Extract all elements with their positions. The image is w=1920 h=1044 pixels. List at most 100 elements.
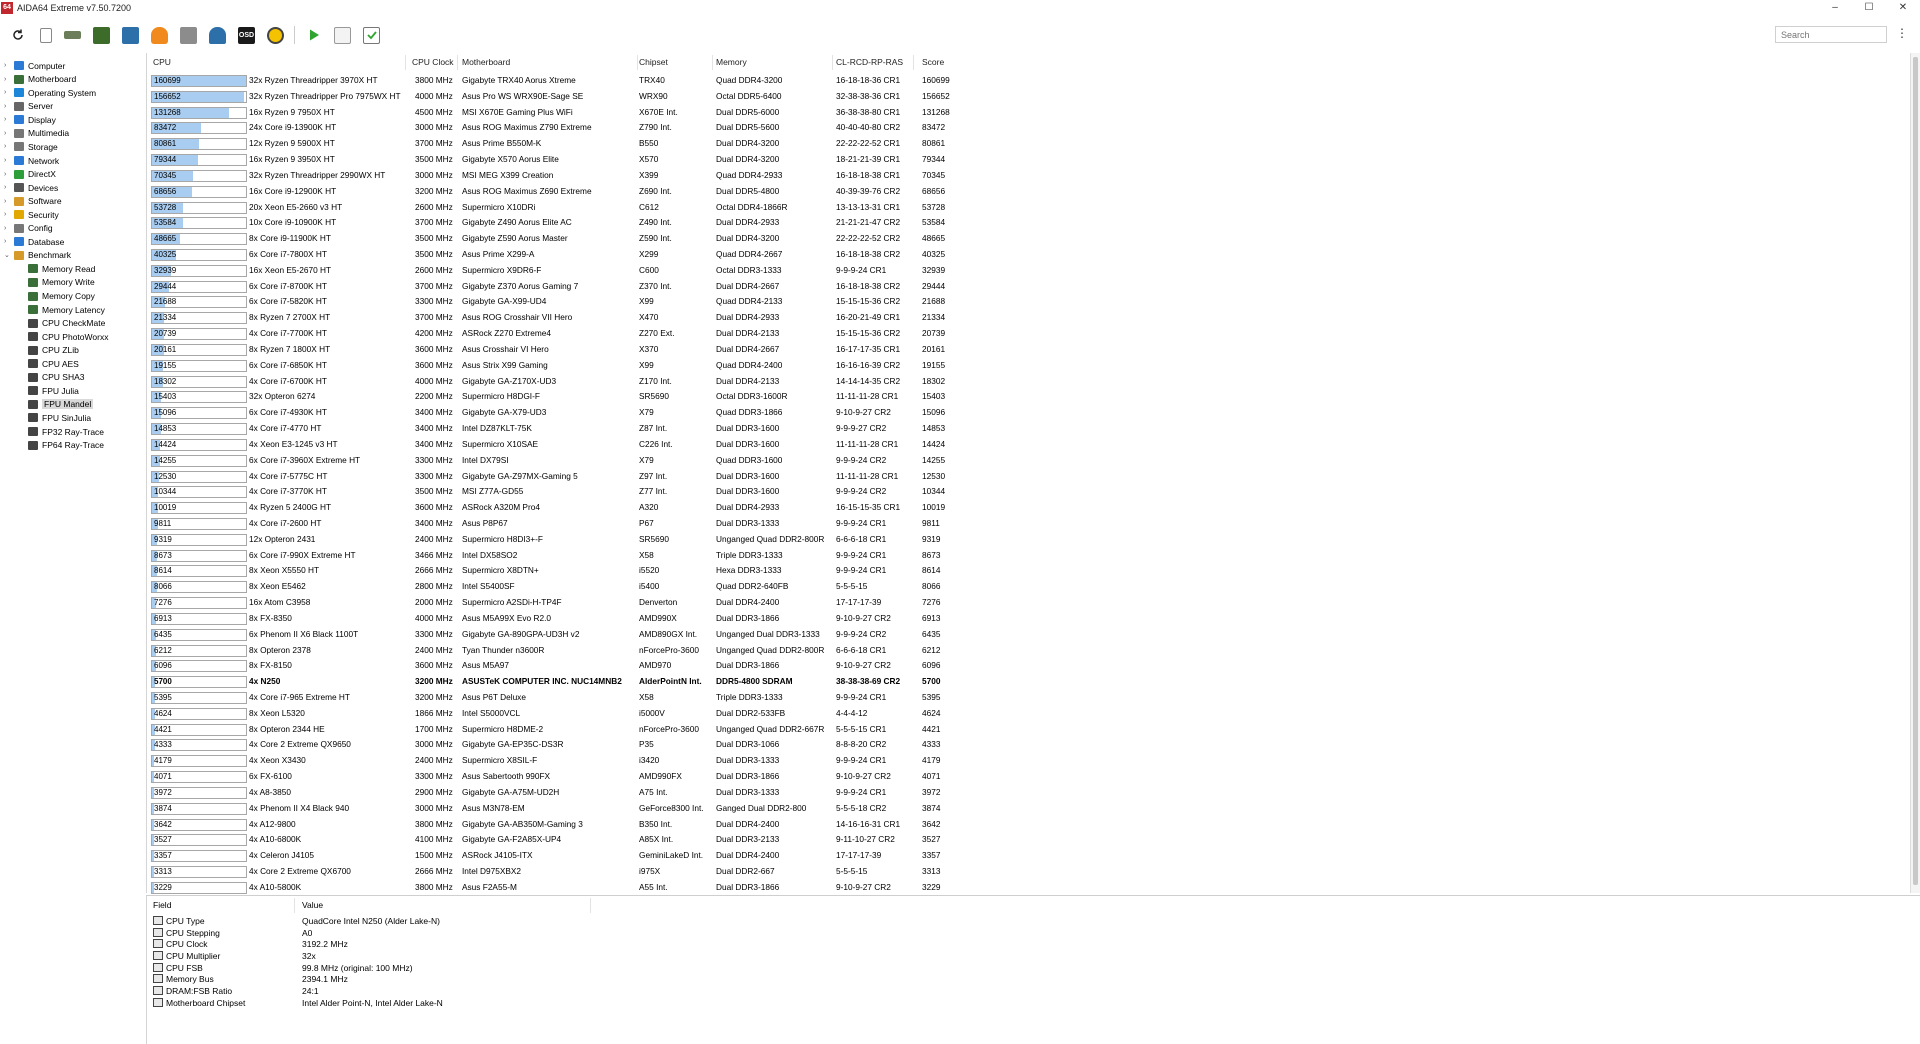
chevron-right-icon[interactable]: › (4, 103, 12, 110)
column-header-memory[interactable]: Memory (716, 57, 747, 70)
flame-icon[interactable] (151, 26, 168, 44)
chevron-right-icon[interactable]: › (4, 157, 12, 164)
table-row[interactable]: 10344 4x Core i7-3770K HT 3500 MHz MSI Z77A… (147, 484, 1647, 500)
table-row[interactable]: 3972 4x A8-3850 2900 MHz Gigabyte GA-A75M-U… (147, 785, 1647, 801)
detail-header-field[interactable]: Field (153, 900, 171, 910)
table-row[interactable]: 19155 6x Core i7-6850K HT 3600 MHz Asus Str… (147, 358, 1647, 374)
tree-item[interactable]: › Devices (4, 181, 58, 194)
chevron-right-icon[interactable]: › (4, 143, 12, 150)
detail-row[interactable]: Motherboard Chipset Intel Alder Point-N, … (147, 996, 747, 1010)
table-row[interactable]: 79344 16x Ryzen 9 3950X HT 3500 MHz Gigabyt… (147, 152, 1647, 168)
chevron-right-icon[interactable]: › (4, 198, 12, 205)
table-row[interactable]: 4421 8x Opteron 2344 HE 1700 MHz Supermicro… (147, 722, 1647, 738)
table-row[interactable]: 5395 4x Core i7-965 Extreme HT 3200 MHz Asu… (147, 690, 1647, 706)
table-row[interactable]: 3313 4x Core 2 Extreme QX6700 2666 MHz Inte… (147, 864, 1647, 880)
close-button[interactable]: ✕ (1886, 0, 1920, 16)
memory-icon[interactable] (64, 31, 81, 39)
chevron-right-icon[interactable]: › (4, 211, 12, 218)
network-icon[interactable] (180, 26, 197, 44)
tree-item[interactable]: › Config (4, 222, 53, 235)
table-row[interactable]: 20739 4x Core i7-7700K HT 4200 MHz ASRock Z… (147, 326, 1647, 342)
table-row[interactable]: 10019 4x Ryzen 5 2400G HT 3600 MHz ASRock A… (147, 500, 1647, 516)
table-row[interactable]: 3357 4x Celeron J4105 1500 MHz ASRock J4105… (147, 848, 1647, 864)
table-row[interactable]: 3229 4x A10-5800K 3800 MHz Asus F2A55-M A55 … (147, 880, 1647, 896)
column-header-cpu[interactable]: CPU (153, 57, 171, 70)
table-row[interactable]: 3642 4x A12-9800 3800 MHz Gigabyte GA-AB350… (147, 817, 1647, 833)
motherboard-icon[interactable] (93, 26, 110, 44)
table-row[interactable]: 6212 8x Opteron 2378 2400 MHz Tyan Thunder … (147, 643, 1647, 659)
tree-item[interactable]: › DirectX (4, 167, 56, 180)
table-row[interactable]: 8614 8x Xeon X5550 HT 2666 MHz Supermicro X… (147, 563, 1647, 579)
table-row[interactable]: 21334 8x Ryzen 7 2700X HT 3700 MHz Asus ROG… (147, 310, 1647, 326)
table-row[interactable]: 70345 32x Ryzen Threadripper 2990WX HT 300… (147, 168, 1647, 184)
user-icon[interactable] (209, 26, 226, 44)
table-row[interactable]: 3874 4x Phenom II X4 Black 940 3000 MHz Asu… (147, 801, 1647, 817)
tree-item[interactable]: ⌄ Benchmark (4, 249, 71, 262)
tree-item[interactable]: › Motherboard (4, 73, 76, 86)
table-row[interactable]: 68656 16x Core i9-12900K HT 3200 MHz Asus R… (147, 184, 1647, 200)
tree-item[interactable]: CPU ZLib (26, 344, 79, 357)
tree-item[interactable]: › Database (4, 235, 64, 248)
tree-item[interactable]: › Network (4, 154, 59, 167)
maximize-button[interactable]: ☐ (1852, 0, 1886, 16)
table-row[interactable]: 5700 4x N250 3200 MHz ASUSTeK COMPUTER INC.… (147, 674, 1647, 690)
tree-item[interactable]: CPU CheckMate (26, 316, 105, 329)
table-row[interactable]: 14424 4x Xeon E3-1245 v3 HT 3400 MHz Superm… (147, 437, 1647, 453)
column-header-timing[interactable]: CL-RCD-RP-RAS (836, 57, 903, 70)
table-row[interactable]: 8066 8x Xeon E5462 2800 MHz Intel S5400SF i5… (147, 579, 1647, 595)
table-row[interactable]: 131268 16x Ryzen 9 7950X HT 4500 MHz MSI X6… (147, 105, 1647, 121)
table-row[interactable]: 21688 6x Core i7-5820K HT 3300 MHz Gigabyte… (147, 294, 1647, 310)
column-header-cpu-clock[interactable]: CPU Clock (412, 57, 454, 70)
tree-item[interactable]: › Computer (4, 59, 65, 72)
chevron-right-icon[interactable]: › (4, 171, 12, 178)
minimize-button[interactable]: – (1818, 0, 1852, 16)
chevron-right-icon[interactable]: › (4, 62, 12, 69)
tree-item[interactable]: FPU Mandel (26, 398, 94, 411)
column-header-score[interactable]: Score (922, 57, 944, 70)
chevron-right-icon[interactable]: › (4, 130, 12, 137)
osd-icon[interactable]: OSD (238, 26, 255, 44)
table-row[interactable]: 4179 4x Xeon X3430 2400 MHz Supermicro X8SI… (147, 753, 1647, 769)
list-icon[interactable] (334, 26, 351, 44)
column-header-chipset[interactable]: Chipset (639, 57, 668, 70)
table-row[interactable]: 12530 4x Core i7-5775C HT 3300 MHz Gigabyte… (147, 469, 1647, 485)
table-row[interactable]: 15403 32x Opteron 6274 2200 MHz Supermicro … (147, 389, 1647, 405)
table-row[interactable]: 7276 16x Atom C3958 2000 MHz Supermicro A2S… (147, 595, 1647, 611)
tree-item[interactable]: CPU PhotoWorxx (26, 330, 108, 343)
table-row[interactable]: 6096 8x FX-8150 3600 MHz Asus M5A97 AMD970 Du… (147, 658, 1647, 674)
table-row[interactable]: 20161 8x Ryzen 7 1800X HT 3600 MHz Asus Cro… (147, 342, 1647, 358)
gauge-icon[interactable] (267, 26, 284, 44)
table-row[interactable]: 6435 6x Phenom II X6 Black 1100T 3300 MHz G… (147, 627, 1647, 643)
table-row[interactable]: 18302 4x Core i7-6700K HT 4000 MHz Gigabyte… (147, 374, 1647, 390)
tree-item[interactable]: › Display (4, 113, 56, 126)
tree-item[interactable]: › Multimedia (4, 127, 69, 140)
table-row[interactable]: 29444 6x Core i7-8700K HT 3700 MHz Gigabyte… (147, 279, 1647, 295)
tree-item[interactable]: CPU SHA3 (26, 371, 85, 384)
more-options-icon[interactable]: ⋮ (1896, 26, 1908, 40)
chevron-down-icon[interactable]: ⌄ (4, 251, 12, 259)
column-header-motherboard[interactable]: Motherboard (462, 57, 510, 70)
tree-item[interactable]: FPU Julia (26, 384, 79, 397)
table-row[interactable]: 8673 6x Core i7-990X Extreme HT 3466 MHz In… (147, 548, 1647, 564)
table-row[interactable]: 53584 10x Core i9-10900K HT 3700 MHz Gigaby… (147, 215, 1647, 231)
table-row[interactable]: 80861 12x Ryzen 9 5900X HT 3700 MHz Asus Pr… (147, 136, 1647, 152)
table-row[interactable]: 9811 4x Core i7-2600 HT 3400 MHz Asus P8P67… (147, 516, 1647, 532)
tree-item[interactable]: Memory Read (26, 262, 95, 275)
table-row[interactable]: 4333 4x Core 2 Extreme QX9650 3000 MHz Giga… (147, 737, 1647, 753)
tree-item[interactable]: › Operating System (4, 86, 96, 99)
table-row[interactable]: 15096 6x Core i7-4930K HT 3400 MHz Gigabyte… (147, 405, 1647, 421)
chevron-right-icon[interactable]: › (4, 76, 12, 83)
tree-item[interactable]: › Server (4, 100, 53, 113)
refresh-icon[interactable] (9, 27, 26, 44)
detail-header-value[interactable]: Value (302, 900, 323, 910)
vertical-scrollbar[interactable] (1910, 53, 1920, 893)
tree-item[interactable]: › Security (4, 208, 59, 221)
table-row[interactable]: 156652 32x Ryzen Threadripper Pro 7975WX … (147, 89, 1647, 105)
table-row[interactable]: 9319 12x Opteron 2431 2400 MHz Supermicro H… (147, 532, 1647, 548)
table-row[interactable]: 3527 4x A10-6800K 4100 MHz Gigabyte GA-F2A8… (147, 832, 1647, 848)
table-row[interactable]: 6913 8x FX-8350 4000 MHz Asus M5A99X Evo R2… (147, 611, 1647, 627)
table-row[interactable]: 14255 6x Core i7-3960X Extreme HT 3300 MHz… (147, 453, 1647, 469)
tree-item[interactable]: Memory Latency (26, 303, 105, 316)
table-row[interactable]: 48665 8x Core i9-11900K HT 3500 MHz Gigabyt… (147, 231, 1647, 247)
tree-item[interactable]: Memory Copy (26, 289, 95, 302)
